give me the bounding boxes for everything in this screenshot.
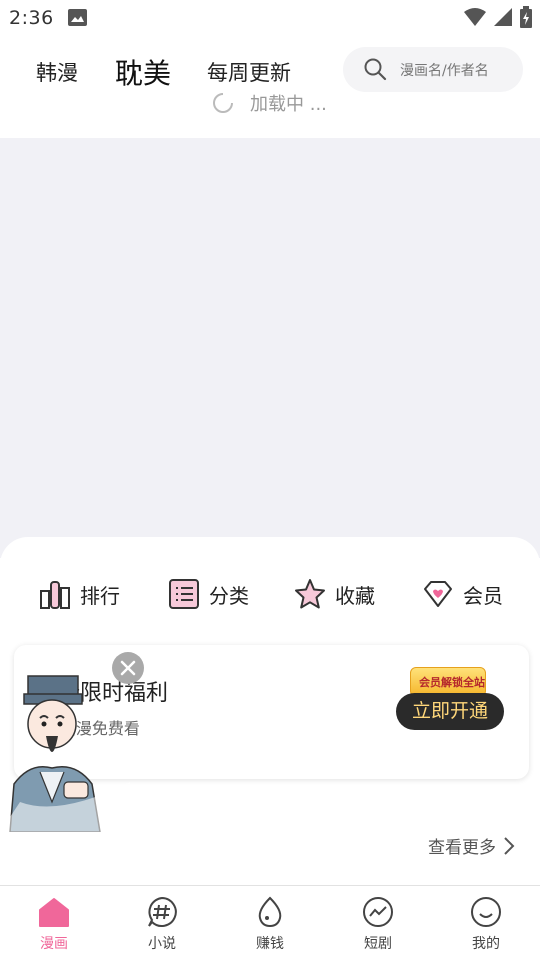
tab-hanman[interactable]: 韩漫 xyxy=(36,57,78,87)
vip-badge-text: 会员解锁全站 xyxy=(419,676,485,689)
close-icon xyxy=(120,660,136,676)
tab-weekly-update[interactable]: 每周更新 xyxy=(207,57,291,87)
chevron-right-icon xyxy=(504,836,515,855)
nav-item-novels[interactable]: 小说 xyxy=(108,886,216,960)
quick-link-category[interactable]: 分类 xyxy=(167,577,249,611)
status-time: 2:36 xyxy=(9,7,54,29)
vip-heart-icon xyxy=(424,581,452,607)
mascot-character-image xyxy=(0,675,135,832)
quick-link-label: 会员 xyxy=(463,583,503,608)
search-bar[interactable]: 漫画名/作者名 xyxy=(343,47,523,92)
egg-icon xyxy=(258,896,282,928)
battery-icon xyxy=(520,6,532,28)
nav-item-earn[interactable]: 赚钱 xyxy=(216,886,324,960)
open-vip-button[interactable]: 立即开通 xyxy=(396,693,504,730)
trend-icon xyxy=(363,897,393,927)
smile-icon xyxy=(471,897,501,927)
nav-item-short-drama[interactable]: 短剧 xyxy=(324,886,432,960)
nav-label: 漫画 xyxy=(40,936,68,952)
quick-link-vip[interactable]: 会员 xyxy=(421,577,503,611)
view-more-link[interactable]: 查看更多 xyxy=(428,833,516,858)
image-icon xyxy=(68,9,87,26)
tab-danmei[interactable]: 耽美 xyxy=(115,52,171,92)
nav-label: 小说 xyxy=(148,936,176,952)
nav-label: 我的 xyxy=(472,936,500,952)
signal-icon xyxy=(494,8,512,26)
home-icon xyxy=(39,898,69,927)
star-icon xyxy=(295,579,325,609)
quick-link-ranking[interactable]: 排行 xyxy=(38,577,120,611)
hashtag-icon xyxy=(148,896,177,927)
banner-placeholder xyxy=(0,138,540,558)
quick-link-label: 分类 xyxy=(209,583,249,608)
nav-label: 短剧 xyxy=(364,936,392,952)
search-icon xyxy=(364,58,387,81)
category-list-icon xyxy=(169,579,199,609)
nav-item-comics[interactable]: 漫画 xyxy=(0,886,108,960)
close-promo-button[interactable] xyxy=(112,652,144,684)
view-more-label: 查看更多 xyxy=(428,838,496,858)
ranking-icon xyxy=(40,581,70,609)
nav-item-mine[interactable]: 我的 xyxy=(432,886,540,960)
status-bar: 2:36 xyxy=(0,0,540,36)
loading-indicator: 加载中 ... xyxy=(0,93,540,138)
quick-link-favorites[interactable]: 收藏 xyxy=(293,577,375,611)
quick-link-label: 收藏 xyxy=(335,583,375,608)
quick-link-label: 排行 xyxy=(80,583,120,608)
search-placeholder: 漫画名/作者名 xyxy=(400,63,489,79)
nav-label: 赚钱 xyxy=(256,936,284,952)
wifi-icon xyxy=(464,8,486,26)
loading-text: 加载中 ... xyxy=(250,94,327,115)
loading-spinner-icon xyxy=(213,93,233,113)
bottom-nav: 漫画 小说 赚钱 短剧 我的 xyxy=(0,885,540,960)
